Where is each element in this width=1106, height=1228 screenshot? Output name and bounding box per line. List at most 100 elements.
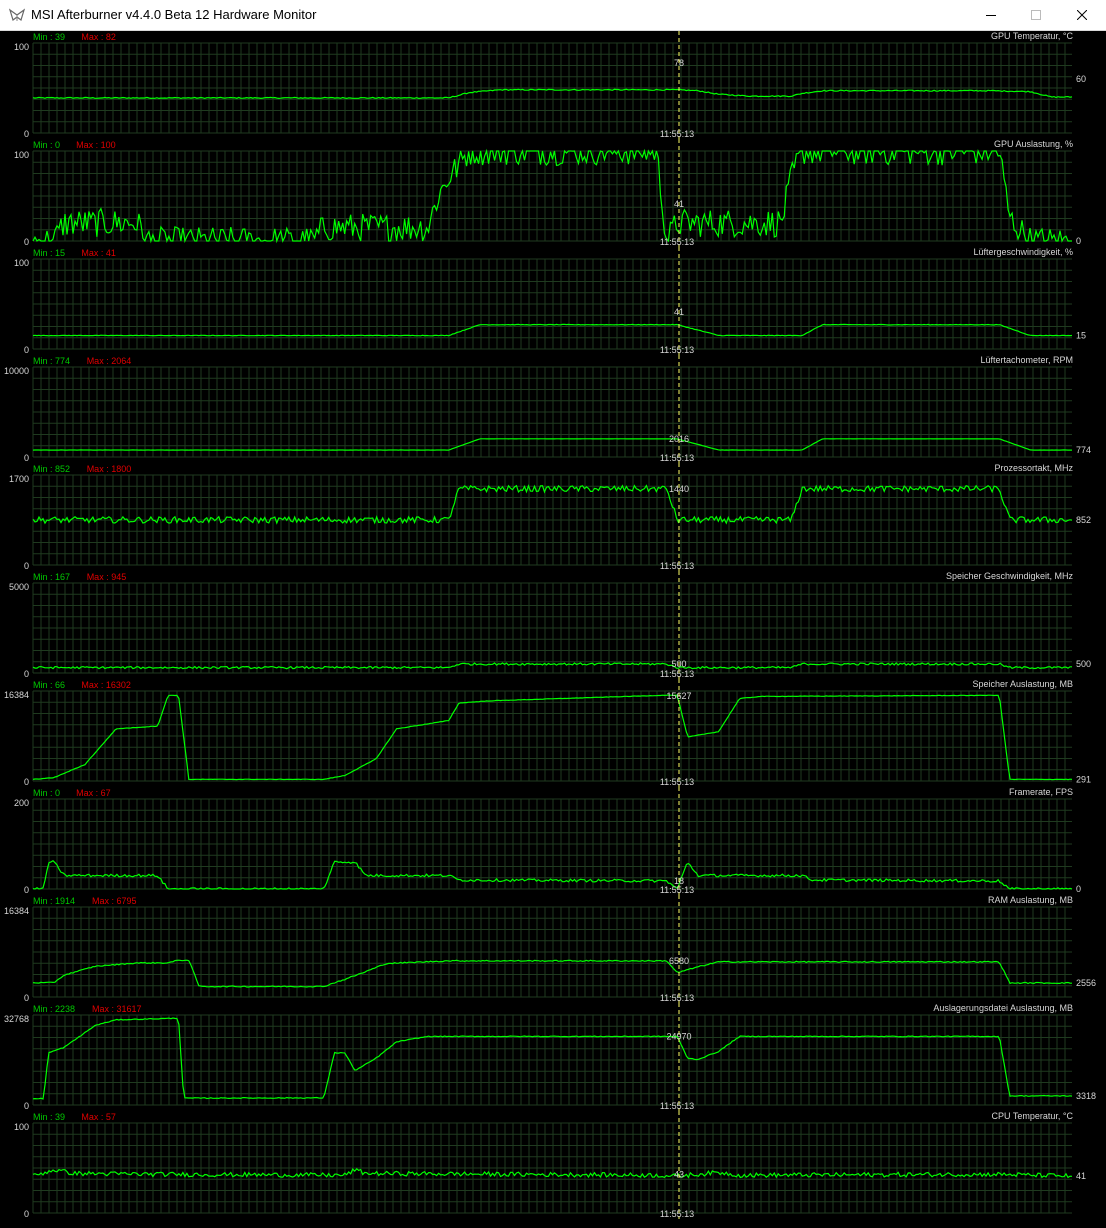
min-label: Min : 1914 xyxy=(33,896,75,906)
max-label: Max : 41 xyxy=(81,248,116,258)
graph-grid xyxy=(32,366,1072,458)
cursor-time: 11:55:13 xyxy=(660,453,694,463)
graph-title: Speicher Auslastung, MB xyxy=(972,679,1073,689)
cursor-time: 11:55:13 xyxy=(660,1209,694,1219)
graph-grid xyxy=(32,1122,1072,1214)
minimize-icon xyxy=(986,15,996,16)
graph-panel[interactable]: Min : 0 Max : 67 Framerate, FPS2000 01811:5… xyxy=(14,787,1081,895)
current-value: 500 xyxy=(1076,659,1091,669)
cursor-time: 11:55:13 xyxy=(660,345,694,355)
axis-max-label: 16384 xyxy=(4,906,29,916)
graph-grid xyxy=(32,42,1072,134)
current-value: 3318 xyxy=(1076,1091,1096,1101)
graph-grid xyxy=(32,1014,1072,1106)
afterburner-logo-icon xyxy=(9,8,25,21)
graph-panel[interactable]: Min : 39 Max : 82 GPU Temperatur, °C 100 0 60… xyxy=(14,31,1086,139)
max-label: Max : 57 xyxy=(81,1112,116,1122)
graph-grid xyxy=(32,798,1072,890)
cursor-value: 1440 xyxy=(669,484,689,494)
cursor-value: 2016 xyxy=(669,434,689,444)
graph-title: Lüftertachometer, RPM xyxy=(980,355,1073,365)
axis-max-label: 1700 xyxy=(9,474,29,484)
graph-title: RAM Auslastung, MB xyxy=(988,895,1073,905)
window-title: MSI Afterburner v4.4.0 Beta 12 Hardware … xyxy=(31,7,317,22)
graph-panel[interactable]: Min : 774 Max : 2064 Lüftertachometer, RPM… xyxy=(4,355,1091,463)
max-label: Max : 6795 xyxy=(92,896,137,906)
graph-grid xyxy=(32,906,1072,998)
graph-panel[interactable]: Min : 66 Max : 16302 Speicher Auslastung, … xyxy=(4,679,1091,787)
current-value: 0 xyxy=(1076,884,1081,894)
minimize-button[interactable] xyxy=(968,0,1014,30)
graph-title: GPU Temperatur, °C xyxy=(991,31,1073,41)
axis-min-label: 0 xyxy=(24,237,29,247)
axis-min-label: 0 xyxy=(24,129,29,139)
graph-title: Prozessortakt, MHz xyxy=(994,463,1073,473)
axis-min-label: 0 xyxy=(24,1209,29,1219)
max-label: Max : 1800 xyxy=(87,464,132,474)
min-label: Min : 0 xyxy=(33,788,60,798)
max-label: Max : 67 xyxy=(76,788,111,798)
current-value: 291 xyxy=(1076,774,1091,784)
window-titlebar[interactable]: MSI Afterburner v4.4.0 Beta 12 Hardware … xyxy=(0,0,1106,31)
axis-max-label: 10000 xyxy=(4,366,29,376)
cursor-value: 43 xyxy=(674,1169,684,1179)
min-label: Min : 39 xyxy=(33,32,65,42)
min-label: Min : 774 xyxy=(33,356,70,366)
axis-min-label: 0 xyxy=(24,453,29,463)
max-label: Max : 16302 xyxy=(81,680,131,690)
current-value: 2556 xyxy=(1076,978,1096,988)
graph-panel[interactable]: Min : 0 Max : 100 GPU Auslastung, % 100 0 0 41… xyxy=(14,139,1081,247)
min-label: Min : 0 xyxy=(33,140,60,150)
graph-title: Speicher Geschwindigkeit, MHz xyxy=(946,571,1074,581)
cursor-time: 11:55:13 xyxy=(660,1101,694,1111)
cursor-value: 500 xyxy=(671,659,686,669)
current-value: 852 xyxy=(1076,515,1091,525)
close-icon xyxy=(1077,10,1087,20)
maximize-button[interactable] xyxy=(1013,0,1059,30)
graph-title: Auslagerungsdatei Auslastung, MB xyxy=(933,1003,1073,1013)
graph-panel[interactable]: Min : 852 Max : 1800 Prozessortakt, MHz 170… xyxy=(9,463,1091,571)
axis-min-label: 0 xyxy=(24,669,29,679)
cursor-time: 11:55:13 xyxy=(660,237,694,247)
axis-max-label: 100 xyxy=(14,42,29,52)
cursor-time: 11:55:13 xyxy=(660,669,694,679)
axis-max-label: 100 xyxy=(14,258,29,268)
cursor-time: 11:55:13 xyxy=(660,885,694,895)
axis-max-label: 100 xyxy=(14,1122,29,1132)
cursor-value: 41 xyxy=(674,199,684,209)
graph-panel[interactable]: Min : 167 Max : 945 Speicher Geschwindigke… xyxy=(9,571,1091,679)
axis-max-label: 16384 xyxy=(4,690,29,700)
graph-panel[interactable]: Min : 2238 Max : 31617 Auslagerungsdatei A… xyxy=(4,1003,1096,1111)
graph-title: Lüftergeschwindigkeit, % xyxy=(973,247,1073,257)
cursor-value: 41 xyxy=(674,307,684,317)
current-value: 41 xyxy=(1076,1171,1086,1181)
max-label: Max : 945 xyxy=(87,572,127,582)
graph-panel[interactable]: Min : 1914 Max : 6795 RAM Auslastung, MB 16… xyxy=(4,895,1096,1003)
cursor-value: 15627 xyxy=(666,691,691,701)
current-value: 60 xyxy=(1076,74,1086,84)
current-value: 774 xyxy=(1076,445,1091,455)
min-label: Min : 852 xyxy=(33,464,70,474)
graph-grid xyxy=(32,690,1072,782)
cursor-value: 78 xyxy=(674,58,684,68)
graph-grid xyxy=(32,150,1072,242)
min-label: Min : 66 xyxy=(33,680,65,690)
axis-max-label: 200 xyxy=(14,798,29,808)
cursor-time: 11:55:13 xyxy=(660,777,694,787)
cursor-value: 6580 xyxy=(669,956,689,966)
hardware-monitor-graphs[interactable]: Min : 39 Max : 82 GPU Temperatur, °C 100 0 60… xyxy=(0,31,1106,1228)
graph-panel[interactable]: Min : 39 Max : 57 CPU Temperatur, °C 100 0 41… xyxy=(14,1111,1086,1219)
axis-max-label: 100 xyxy=(14,150,29,160)
graph-title: Framerate, FPS xyxy=(1009,787,1073,797)
max-label: Max : 100 xyxy=(76,140,116,150)
graph-panel[interactable]: Min : 15 Max : 41 Lüftergeschwindigkeit, %… xyxy=(14,247,1086,355)
current-value: 0 xyxy=(1076,236,1081,246)
axis-min-label: 0 xyxy=(24,561,29,571)
close-button[interactable] xyxy=(1059,0,1105,30)
axis-min-label: 0 xyxy=(24,993,29,1003)
graph-title: CPU Temperatur, °C xyxy=(992,1111,1074,1121)
cursor-time: 11:55:13 xyxy=(660,129,694,139)
max-label: Max : 82 xyxy=(81,32,116,42)
max-label: Max : 2064 xyxy=(87,356,132,366)
cursor-time: 11:55:13 xyxy=(660,993,694,1003)
